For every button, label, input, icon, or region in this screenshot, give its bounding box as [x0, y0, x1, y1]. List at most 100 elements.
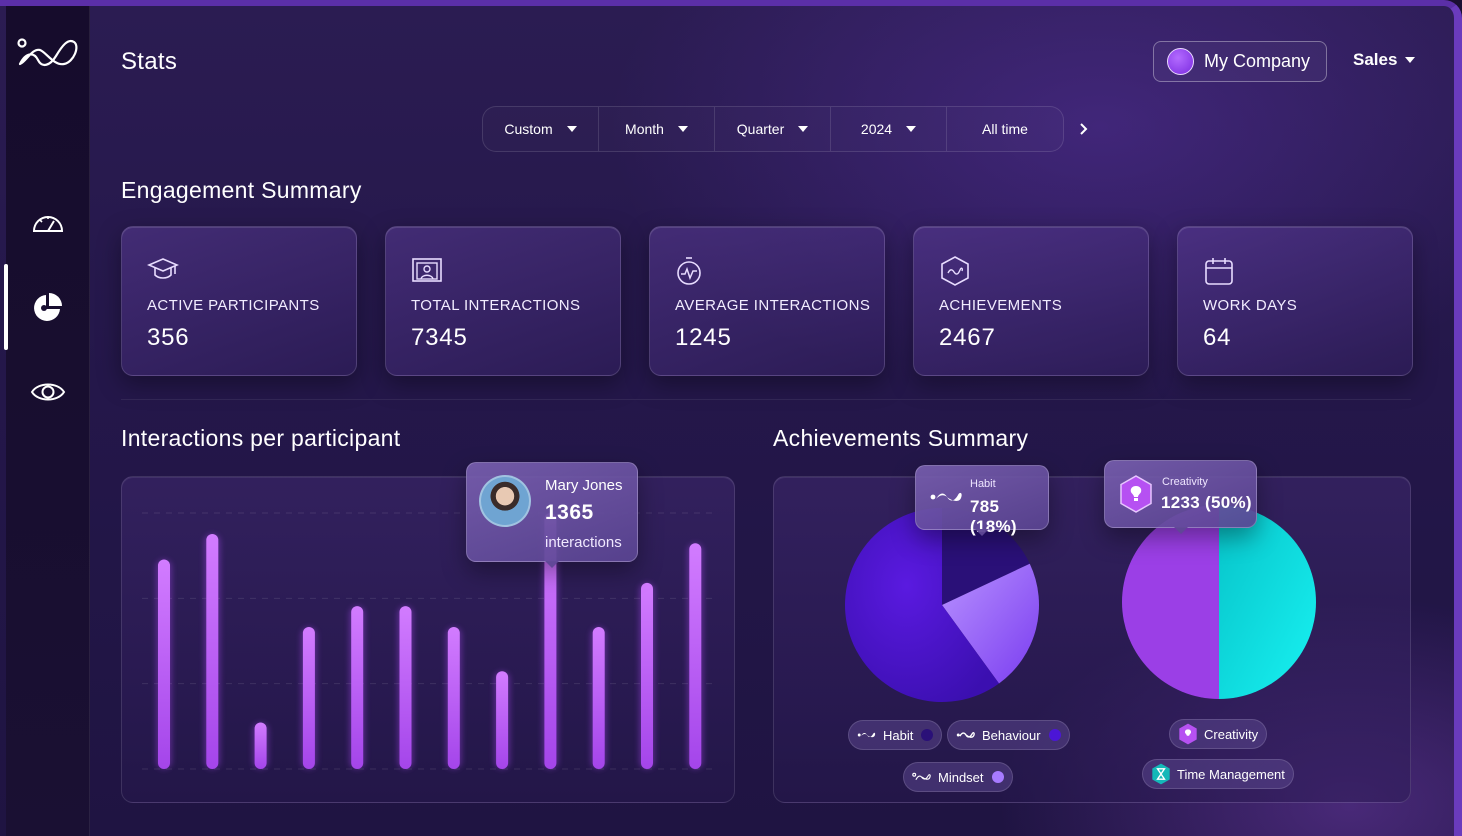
company-avatar: [1167, 48, 1194, 75]
tooltip-value: 1233 (50%): [1161, 493, 1252, 512]
kpi-label: AVERAGE INTERACTIONS: [675, 297, 871, 314]
legend-label: Mindset: [938, 769, 984, 785]
company-selector[interactable]: My Company: [1153, 41, 1327, 82]
stopwatch-icon: [675, 255, 707, 287]
filter-label: All time: [982, 121, 1028, 137]
pie-chart-icon: [32, 291, 64, 323]
bar-5[interactable]: [351, 606, 364, 769]
chevron-down-icon: [798, 126, 809, 132]
lightbulb-hexagon-icon: [1119, 475, 1153, 513]
bar-10[interactable]: [592, 627, 605, 769]
pie-slice-time-management[interactable]: [1219, 505, 1316, 699]
kpi-label: ACTIVE PARTICIPANTS: [147, 297, 320, 314]
bar-7[interactable]: [447, 627, 460, 769]
company-label: My Company: [1204, 51, 1311, 71]
filter-all-time[interactable]: All time: [947, 107, 1063, 151]
legend-swatch: [921, 729, 934, 741]
app-window: Stats My Company Sales Custom Month Quar…: [0, 0, 1462, 836]
speedometer-icon: [31, 210, 65, 234]
bar-1[interactable]: [158, 559, 170, 769]
filter-year[interactable]: 2024: [831, 107, 947, 151]
department-dropdown[interactable]: Sales: [1353, 50, 1416, 70]
avatar: [479, 475, 531, 527]
tooltip-value: 785 (18%): [970, 497, 1017, 536]
chevron-down-icon: [1405, 57, 1416, 63]
legend-creativity[interactable]: Creativity: [1169, 719, 1268, 749]
period-filter-bar: Custom Month Quarter 2024 All time: [482, 106, 1064, 152]
kpi-label: WORK DAYS: [1203, 297, 1298, 314]
calendar-icon: [1203, 255, 1235, 287]
hexagon-badge-icon: [939, 255, 971, 287]
bar-12[interactable]: [689, 543, 702, 769]
legend-label: Habit: [883, 727, 914, 743]
chevron-down-icon: [906, 126, 917, 132]
legend-mindset[interactable]: Mindset: [903, 762, 1013, 792]
bar-2[interactable]: [206, 533, 219, 769]
chevron-right-icon[interactable]: [1076, 118, 1092, 140]
sidebar: [4, 6, 90, 836]
kpi-value: 356: [147, 324, 190, 351]
bar-11[interactable]: [641, 582, 653, 769]
interactions-chart-panel: [121, 476, 735, 803]
legend-label: Behaviour: [982, 727, 1041, 743]
achievements-heading: Achievements Summary: [773, 425, 1029, 451]
kpi-value: 7345: [411, 324, 468, 351]
legend-swatch: [991, 771, 1004, 783]
kpi-card-work-days[interactable]: WORK DAYS 64: [1177, 226, 1413, 376]
department-label: Sales: [1353, 50, 1398, 69]
kpi-card-average-interactions[interactable]: AVERAGE INTERACTIONS 1245: [649, 226, 885, 376]
filter-label: 2024: [860, 121, 893, 137]
legend-swatch: [1048, 729, 1061, 741]
nav-insights[interactable]: [6, 362, 90, 422]
bar-8[interactable]: [496, 671, 509, 769]
kpi-value: 2467: [939, 324, 996, 351]
kpi-label: TOTAL INTERACTIONS: [411, 297, 581, 314]
tooltip-label: Creativity: [1162, 476, 1208, 488]
engagement-heading: Engagement Summary: [121, 177, 362, 203]
legend-label: Creativity: [1204, 726, 1259, 742]
kpi-card-total-interactions[interactable]: TOTAL INTERACTIONS 7345: [385, 226, 621, 376]
filter-label: Month: [625, 121, 664, 137]
legend-time-management[interactable]: Time Management: [1142, 759, 1294, 789]
achievements-pie-charts: [845, 505, 1316, 702]
filter-quarter[interactable]: Quarter: [715, 107, 831, 151]
kpi-label: ACHIEVEMENTS: [939, 297, 1063, 314]
pie-slice-creativity[interactable]: [1122, 505, 1219, 699]
legend-habit[interactable]: Habit: [848, 720, 943, 750]
bar-3[interactable]: [254, 722, 267, 769]
kpi-value: 1245: [675, 324, 732, 351]
habit-icon: [857, 730, 877, 740]
tooltip-label: Habit: [970, 478, 996, 490]
participant-tooltip: Mary Jones 1365 interactions: [466, 462, 638, 568]
filter-custom[interactable]: Custom: [483, 107, 599, 151]
page-title: Stats: [121, 48, 178, 75]
eye-icon: [30, 380, 66, 404]
mindset-icon: [912, 772, 932, 782]
kpi-card-active-participants[interactable]: ACTIVE PARTICIPANTS 356: [121, 226, 357, 376]
chevron-down-icon: [677, 126, 688, 132]
creativity-tooltip: Creativity 1233 (50%): [1104, 460, 1257, 534]
legend-behaviour[interactable]: Behaviour: [947, 720, 1070, 750]
habit-icon: [930, 488, 964, 506]
kpi-card-achievements[interactable]: ACHIEVEMENTS 2467: [913, 226, 1149, 376]
hourglass-hexagon-icon: [1151, 763, 1171, 785]
lightbulb-hexagon-icon: [1178, 723, 1198, 745]
graduation-cap-icon: [147, 255, 179, 287]
behaviour-icon: [956, 730, 976, 740]
interactions-heading: Interactions per participant: [121, 425, 401, 451]
tooltip-name: Mary Jones: [545, 477, 623, 494]
achievements-chart-panel: [773, 476, 1411, 803]
bar-4[interactable]: [302, 627, 315, 769]
presentation-icon: [411, 255, 443, 287]
nav-dashboard[interactable]: [6, 192, 90, 252]
legend-label: Time Management: [1177, 766, 1285, 782]
tooltip-value: 1365: [545, 501, 594, 524]
nav-stats[interactable]: [4, 264, 90, 350]
app-logo[interactable]: [16, 34, 80, 74]
kpi-value: 64: [1203, 324, 1232, 351]
interactions-bar-chart: [142, 512, 716, 770]
bar-6[interactable]: [399, 606, 412, 769]
tooltip-unit: interactions: [545, 534, 622, 551]
filter-month[interactable]: Month: [599, 107, 715, 151]
filter-label: Custom: [504, 121, 553, 137]
